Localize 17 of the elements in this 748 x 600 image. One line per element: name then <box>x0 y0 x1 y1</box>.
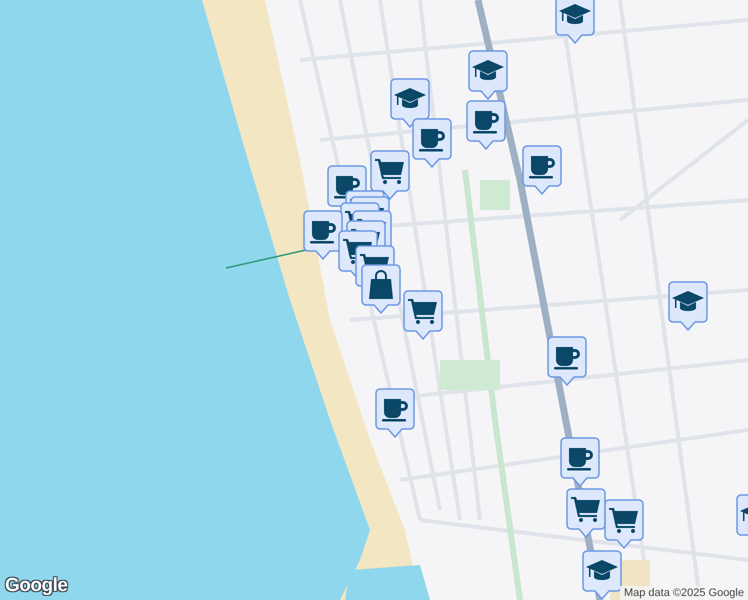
google-logo: Google <box>5 575 68 597</box>
shopping-cart-icon <box>408 299 437 324</box>
graduation-cap-icon <box>394 88 426 108</box>
coffee-cup-icon <box>473 111 499 134</box>
coffee-cup-icon <box>554 347 580 370</box>
park-area <box>480 180 510 210</box>
graduation-cap-icon <box>472 60 504 80</box>
graduation-cap-icon <box>672 291 704 311</box>
graduation-cap-icon <box>586 560 618 580</box>
shopping-cart-icon <box>609 508 638 533</box>
coffee-cup-icon <box>382 399 408 422</box>
coffee-cup-icon <box>567 448 593 470</box>
coffee-cup-icon <box>419 129 445 152</box>
shopping-cart-icon <box>571 497 600 522</box>
park-area <box>440 360 500 390</box>
graduation-cap-icon <box>559 4 591 24</box>
coffee-cup-icon <box>529 156 555 178</box>
